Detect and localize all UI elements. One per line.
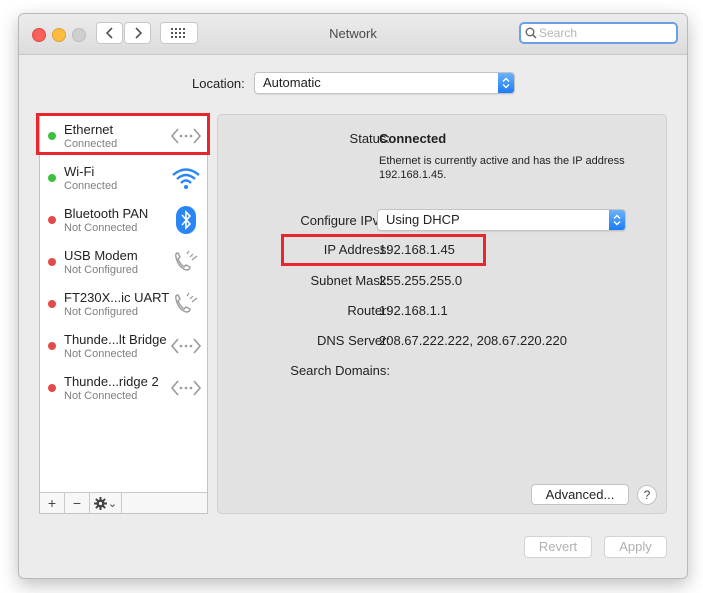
- service-status: Connected: [64, 180, 118, 192]
- service-name: FT230X...ic UART: [64, 290, 170, 305]
- wifi-icon: [170, 163, 202, 193]
- service-item-thunderbolt-bridge[interactable]: Thunde...lt Bridge Not Connected: [40, 325, 207, 367]
- search-icon: [525, 27, 537, 39]
- chevron-down-icon: ⌄: [107, 497, 118, 510]
- advanced-button[interactable]: Advanced...: [531, 484, 629, 505]
- status-description: Ethernet is currently active and has the…: [379, 155, 625, 181]
- service-item-wifi[interactable]: Wi-Fi Connected: [40, 157, 207, 199]
- search-input[interactable]: [539, 25, 669, 41]
- bluetooth-icon: [170, 205, 202, 235]
- status-dot: [48, 216, 56, 224]
- popup-arrows-icon: [609, 210, 625, 230]
- service-status: Not Configured: [64, 306, 138, 318]
- service-name: Thunde...lt Bridge: [64, 332, 167, 347]
- location-label: Location:: [192, 76, 245, 91]
- help-button[interactable]: ?: [637, 485, 657, 505]
- add-service-button[interactable]: +: [40, 493, 65, 513]
- service-status: Not Connected: [64, 348, 138, 360]
- status-dot: [48, 300, 56, 308]
- ethernet-icon: [170, 331, 202, 361]
- location-popup[interactable]: Automatic: [254, 72, 515, 94]
- service-name: USB Modem: [64, 248, 138, 263]
- service-status: Not Connected: [64, 390, 138, 402]
- subnet-mask-value: 255.255.255.0: [379, 273, 463, 288]
- ethernet-icon: [170, 373, 202, 403]
- service-item-bluetooth-pan[interactable]: Bluetooth PAN Not Connected: [40, 199, 207, 241]
- status-dot: [48, 174, 56, 182]
- popup-arrows-icon: [498, 73, 514, 93]
- title-bar: Network: [19, 14, 687, 55]
- configure-ipv4-value: Using DHCP: [386, 212, 460, 227]
- service-list[interactable]: Ethernet Connected Wi-Fi Connected Bluet…: [39, 114, 208, 514]
- gear-icon: [93, 496, 107, 510]
- network-preferences-window: Network Location: Automatic Ethernet Con…: [18, 13, 688, 579]
- service-name: Wi-Fi: [64, 164, 95, 179]
- phone-icon: [170, 289, 202, 319]
- remove-service-button[interactable]: −: [65, 493, 90, 513]
- search-field[interactable]: [519, 22, 678, 44]
- service-status: Not Connected: [64, 222, 138, 234]
- service-item-usb-modem[interactable]: USB Modem Not Configured: [40, 241, 207, 283]
- service-item-ft230x-uart[interactable]: FT230X...ic UART Not Configured: [40, 283, 207, 325]
- status-dot: [48, 342, 56, 350]
- router-value: 192.168.1.1: [379, 303, 448, 318]
- dns-server-value: 208.67.222.222, 208.67.220.220: [379, 333, 567, 348]
- service-actions-button[interactable]: ⌄: [90, 493, 122, 513]
- status-value: Connected: [379, 131, 447, 146]
- ip-address-highlight-box: [281, 234, 486, 266]
- location-value: Automatic: [263, 75, 321, 90]
- phone-icon: [170, 247, 202, 277]
- status-dot: [48, 258, 56, 266]
- service-name: Bluetooth PAN: [64, 206, 149, 221]
- revert-button[interactable]: Revert: [524, 536, 592, 558]
- configure-ipv4-popup[interactable]: Using DHCP: [377, 209, 626, 231]
- service-name: Thunde...ridge 2: [64, 374, 159, 389]
- apply-button[interactable]: Apply: [604, 536, 667, 558]
- search-domains-label: Search Domains:: [290, 363, 390, 378]
- ethernet-highlight-box: [36, 113, 210, 155]
- service-status: Not Configured: [64, 264, 138, 276]
- status-dot: [48, 384, 56, 392]
- service-item-thunderbolt-bridge-2[interactable]: Thunde...ridge 2 Not Connected: [40, 367, 207, 409]
- service-list-toolbar: + − ⌄: [40, 492, 207, 513]
